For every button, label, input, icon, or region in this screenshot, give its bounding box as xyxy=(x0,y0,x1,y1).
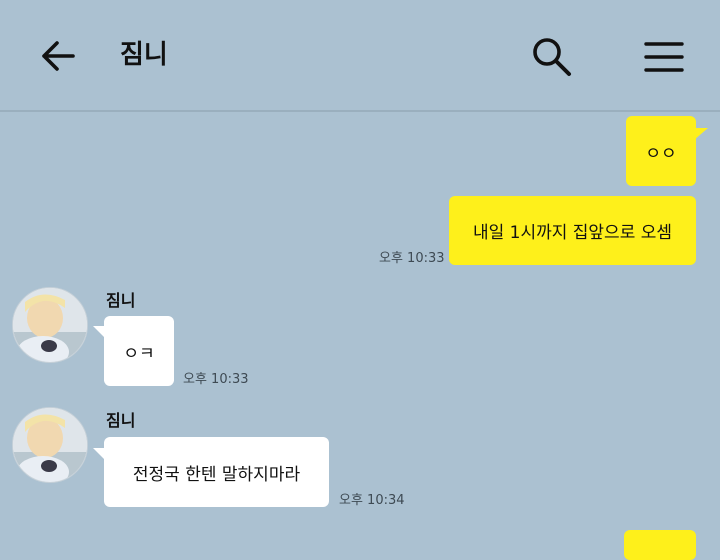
chat-title: 짐니 xyxy=(120,40,168,70)
sender-name: 짐니 xyxy=(106,411,136,430)
profile-photo-icon xyxy=(13,408,87,482)
message-text: 내일 1시까지 집앞으로 오셈 xyxy=(472,223,673,243)
message-text: ㅇㅇ xyxy=(645,143,677,164)
message-timestamp: 오후 10:33 xyxy=(183,372,249,387)
message-timestamp: 오후 10:34 xyxy=(339,493,405,508)
my-message-bubble[interactable]: 내일 1시까지 집앞으로 오셈 xyxy=(449,196,696,265)
search-button[interactable] xyxy=(530,35,574,79)
message-text: ㅇㅋ xyxy=(123,343,155,364)
sender-name: 짐니 xyxy=(106,291,136,310)
avatar[interactable] xyxy=(12,287,88,363)
chat-header: 짐니 xyxy=(0,0,720,112)
bubble-tail xyxy=(93,326,105,338)
hamburger-menu-icon xyxy=(644,42,684,72)
avatar[interactable] xyxy=(12,407,88,483)
bubble-tail xyxy=(694,128,708,140)
menu-button[interactable] xyxy=(640,35,688,79)
message-timestamp: 오후 10:33 xyxy=(379,251,445,266)
my-message-bubble[interactable] xyxy=(624,530,696,560)
profile-photo-icon xyxy=(13,288,87,362)
my-message-bubble[interactable]: ㅇㅇ xyxy=(626,116,696,186)
back-button[interactable] xyxy=(36,36,80,76)
search-icon xyxy=(533,38,571,76)
their-message-bubble[interactable]: ㅇㅋ xyxy=(104,316,174,386)
their-message-bubble[interactable]: 전정국 한텐 말하지마라 xyxy=(104,437,329,507)
message-text: 전정국 한텐 말하지마라 xyxy=(132,464,301,485)
arrow-left-icon xyxy=(42,41,75,71)
bubble-tail xyxy=(93,448,105,460)
